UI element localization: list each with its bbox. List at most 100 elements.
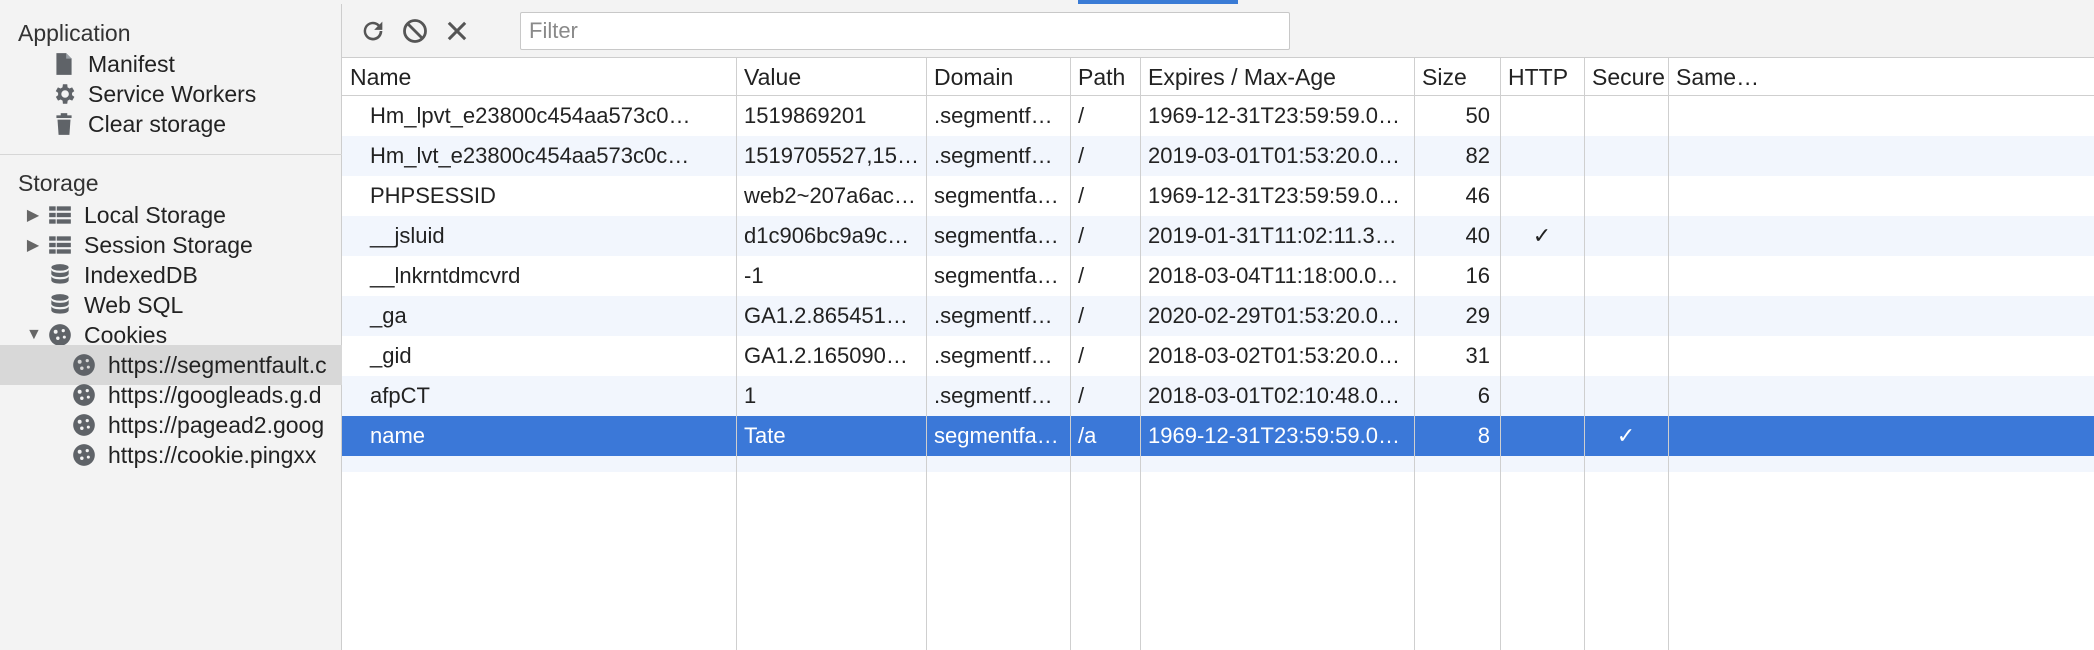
column-header-secure[interactable]: Secure [1584,58,1668,96]
storage-section-title: Storage [18,170,99,196]
cookie-value-cell: d1c906bc9a9c609… [744,223,926,248]
cookie-name-cell: __lnkrntdmcvrd [370,263,521,288]
refresh-button[interactable] [356,14,390,48]
cookie-name-cell: __jsluid [370,223,445,248]
expand-triangle-icon[interactable]: ▶ [26,235,40,255]
column-divider[interactable] [1500,58,1501,650]
cookie-secure-cell: ✓ [1616,423,1636,448]
cookie-http-cell [1500,136,1584,176]
cookie-samesite-cell [1668,336,2094,376]
table-row[interactable]: Hm_lpvt_e23800c454aa573c0… 1519869201 .seg… [342,96,2094,136]
table-row[interactable]: afpCT 1 .segmentfault… / 2018-03-01T02:10:48… [342,376,2094,416]
cookie-secure-cell [1584,256,1668,296]
cookie-path-cell: / [1078,383,1085,408]
cookie-value-cell: 1 [744,383,757,408]
cookie-domain-cell: .segmentfault… [934,383,1070,408]
table-row[interactable]: _ga GA1.2.865451383.… .segmentfault… / 2020-… [342,296,2094,336]
expand-triangle-icon[interactable]: ▶ [26,205,40,225]
cookie-http-cell [1500,376,1584,416]
cookie-secure-cell [1584,96,1668,136]
trash-icon [50,110,78,138]
column-divider[interactable] [1668,58,1669,650]
column-header-expires[interactable]: Expires / Max-Age [1140,58,1414,96]
cookie-samesite-cell [1668,376,2094,416]
cookie-http-cell [1500,416,1584,456]
cookie-expires-cell: 1969-12-31T23:59:59.000Z [1148,423,1414,448]
cookie-site-pingxx[interactable]: https://cookie.pingxx [0,435,342,475]
column-divider[interactable] [1070,58,1071,650]
sidebar-item-clear-storage[interactable]: Clear storage [0,104,342,144]
cookie-path-cell: / [1078,103,1085,128]
cookie-value-cell: 1519705527,15197… [744,143,926,168]
cookie-domain-cell: segmentfault.… [934,263,1070,288]
cookie-secure-cell [1584,376,1668,416]
column-divider[interactable] [1584,58,1585,650]
cookie-http-cell [1500,336,1584,376]
cookie-secure-cell [1584,336,1668,376]
table-row[interactable]: _gid GA1.2.1650902441… .segmentfault… / 2018… [342,336,2094,376]
column-header-samesite[interactable]: Same… [1668,58,2094,96]
cookie-name-cell: _gid [370,343,412,368]
cookie-value-cell: Tate [744,423,786,448]
cookie-http-cell [1500,96,1584,136]
clear-all-button[interactable] [398,14,432,48]
column-divider[interactable] [1140,58,1141,650]
cookie-size-cell: 29 [1465,303,1490,328]
collapse-triangle-icon[interactable]: ▼ [26,326,42,344]
table-row[interactable]: __jsluid d1c906bc9a9c609… segmentfault.… / 2… [342,216,2094,256]
cookie-expires-cell: 1969-12-31T23:59:59.000Z [1148,183,1414,208]
cookie-name-cell: PHPSESSID [370,183,496,208]
cookie-expires-cell: 2018-03-04T11:18:00.000Z [1148,263,1414,288]
cookie-samesite-cell [1668,136,2094,176]
sidebar-item-label: Clear storage [88,110,227,137]
empty-filler-row [342,456,2094,472]
cookie-domain-cell: segmentfault.… [934,423,1070,448]
application-sidebar: Application Manifest Service Workers Cle… [0,4,342,650]
cookies-table: Name Value Domain Path Expires / Max-Age… [342,58,2094,650]
cookie-samesite-cell [1668,176,2094,216]
block-icon [403,19,427,43]
cookie-domain-cell: segmentfault.… [934,183,1070,208]
delete-selected-button[interactable] [440,14,474,48]
cookie-size-cell: 31 [1465,343,1490,368]
cookie-domain-cell: .segmentfault… [934,303,1070,328]
cookie-value-cell: GA1.2.1650902441… [744,343,926,368]
cookie-size-cell: 8 [1477,423,1490,448]
cookie-secure-cell [1584,136,1668,176]
column-divider[interactable] [736,58,737,650]
cookie-domain-cell: .segmentfault… [934,343,1070,368]
cookie-expires-cell: 2018-03-01T02:10:48.000Z [1148,383,1414,408]
filter-input[interactable] [520,12,1290,50]
column-header-path[interactable]: Path [1070,58,1140,96]
cookie-name-cell: afpCT [370,383,430,408]
cookie-samesite-cell [1668,216,2094,256]
column-header-domain[interactable]: Domain [926,58,1070,96]
cookie-http-cell [1500,176,1584,216]
table-row[interactable]: __lnkrntdmcvrd -1 segmentfault.… / 2018-03-0… [342,256,2094,296]
table-header: Name Value Domain Path Expires / Max-Age… [342,58,2094,96]
cookie-path-cell: / [1078,343,1085,368]
cookie-expires-cell: 2020-02-29T01:53:20.000Z [1148,303,1414,328]
column-divider[interactable] [1414,58,1415,650]
table-row[interactable]: PHPSESSID web2~207a6ac37f… segmentfault.… /… [342,176,2094,216]
cookie-http-cell [1500,256,1584,296]
cookie-value-cell: GA1.2.865451383.… [744,303,926,328]
column-header-http[interactable]: HTTP [1500,58,1584,96]
cookie-value-cell: -1 [744,263,764,288]
column-header-name[interactable]: Name [342,58,736,96]
column-header-size[interactable]: Size [1414,58,1500,96]
cookie-path-cell: / [1078,303,1085,328]
column-header-value[interactable]: Value [736,58,926,96]
cookie-path-cell: /a [1078,423,1097,448]
cookie-name-cell: Hm_lvt_e23800c454aa573c0c… [370,143,690,168]
cookie-secure-cell [1584,176,1668,216]
column-divider[interactable] [926,58,927,650]
cookie-domain-cell: segmentfault.… [934,223,1070,248]
table-row[interactable]: Hm_lvt_e23800c454aa573c0c… 1519705527,151… [342,136,2094,176]
cookie-http-cell: ✓ [1532,223,1552,248]
cookie-expires-cell: 1969-12-31T23:59:59.000Z [1148,103,1414,128]
cookie-size-cell: 6 [1477,383,1490,408]
table-row[interactable]: name Tate segmentfault.… /a 1969-12-31T23:59… [342,416,2094,456]
cookie-value-cell: 1519869201 [744,103,867,128]
cookies-toolbar [342,4,2094,58]
